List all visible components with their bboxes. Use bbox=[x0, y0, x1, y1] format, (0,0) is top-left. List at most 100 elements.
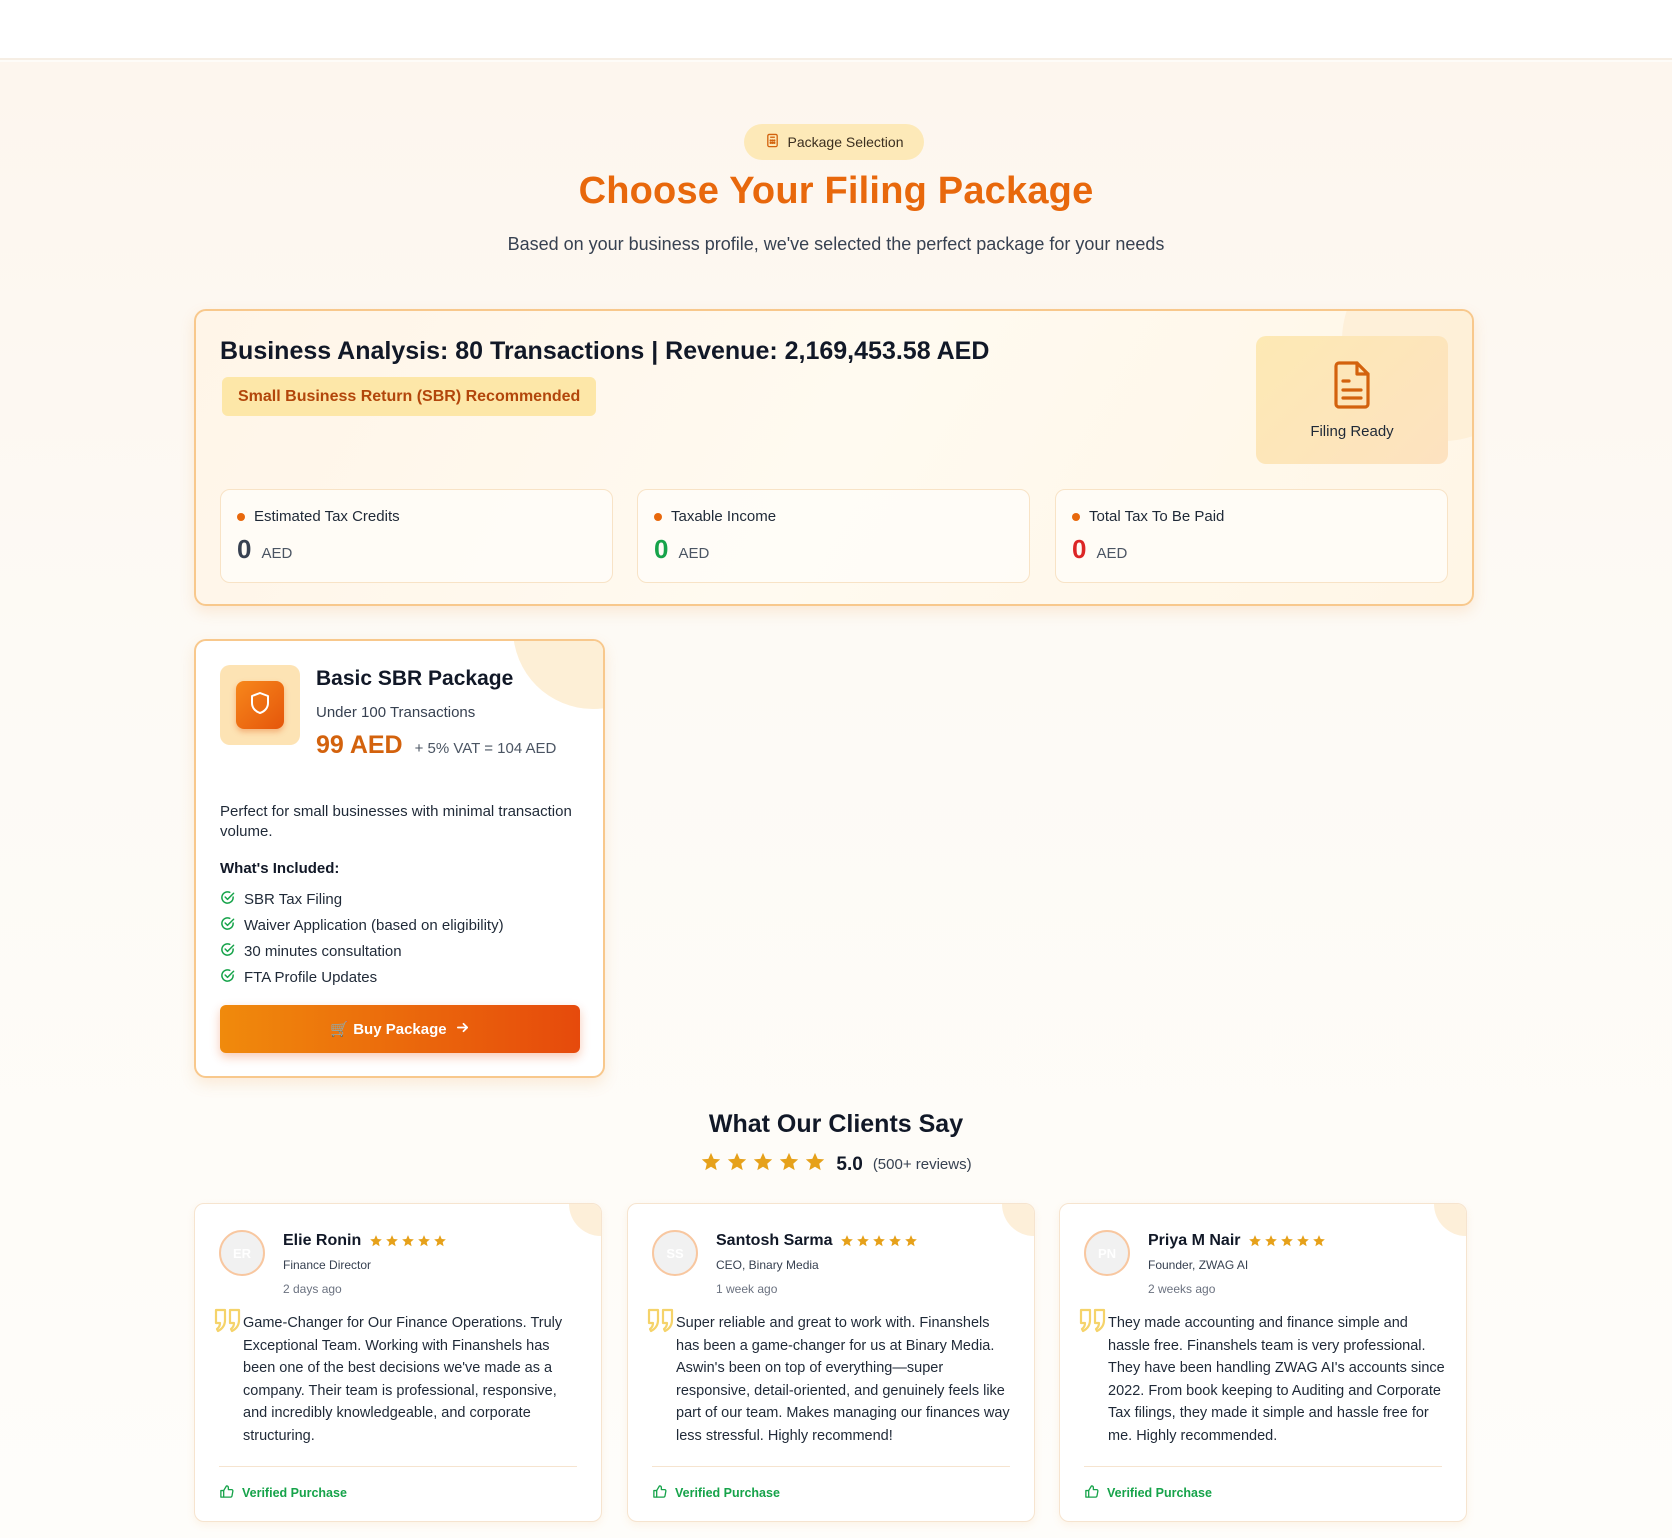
star-icon bbox=[1313, 1235, 1326, 1247]
feature-item: Waiver Application (based on eligibility… bbox=[220, 916, 504, 935]
star-icon bbox=[1249, 1235, 1262, 1247]
filing-ready-label: Filing Ready bbox=[1310, 422, 1394, 440]
star-icon bbox=[386, 1235, 399, 1247]
star-icon bbox=[857, 1235, 870, 1247]
reviewer-role: CEO, Binary Media bbox=[716, 1258, 819, 1272]
review-count: (500+ reviews) bbox=[872, 1156, 972, 1173]
stat-total-tax: Total Tax To Be Paid 0 AED bbox=[1055, 489, 1448, 583]
status-dot bbox=[237, 512, 245, 521]
status-dot bbox=[654, 512, 662, 521]
basic-sbr-package-card: Basic SBR Package Under 100 Transactions… bbox=[194, 639, 605, 1078]
verified-label: Verified Purchase bbox=[242, 1486, 347, 1500]
review-card: SS Santosh Sarma CEO, Binary Media 1 wee… bbox=[627, 1203, 1035, 1522]
reviewer-role: Founder, ZWAG AI bbox=[1148, 1258, 1249, 1272]
stat-estimated-tax-credits: Estimated Tax Credits 0 AED bbox=[220, 489, 613, 583]
review-time: 1 week ago bbox=[716, 1282, 778, 1296]
page-title: Choose Your Filing Package bbox=[578, 170, 1094, 212]
stat-value: 0 bbox=[237, 534, 252, 564]
thumbs-up-icon bbox=[1084, 1484, 1099, 1502]
testimonials-title: What Our Clients Say bbox=[708, 1110, 964, 1138]
package-icon-tile bbox=[220, 665, 300, 745]
review-stars bbox=[1248, 1234, 1326, 1248]
rating-score: 5.0 bbox=[836, 1153, 863, 1175]
star-icon bbox=[889, 1235, 902, 1247]
stat-value: 0 bbox=[1072, 534, 1087, 564]
star-icon bbox=[726, 1151, 748, 1178]
top-navbar bbox=[0, 0, 1672, 60]
star-icon bbox=[873, 1235, 886, 1247]
review-time: 2 weeks ago bbox=[1148, 1282, 1216, 1296]
pill-label: Package Selection bbox=[787, 134, 904, 150]
divider bbox=[1084, 1466, 1442, 1467]
stat-currency: AED bbox=[1096, 545, 1128, 562]
star-icon bbox=[434, 1235, 447, 1247]
review-stars bbox=[840, 1234, 918, 1248]
recommendation-badge: Small Business Return (SBR) Recommended bbox=[222, 377, 597, 416]
divider bbox=[652, 1466, 1010, 1467]
price-amount: 99 AED bbox=[316, 731, 403, 759]
feature-label: FTA Profile Updates bbox=[244, 969, 378, 986]
review-text: Super reliable and great to work with. F… bbox=[676, 1315, 1010, 1444]
verified-purchase: Verified Purchase bbox=[652, 1484, 780, 1502]
star-icon bbox=[700, 1151, 722, 1178]
reviewer-role: Finance Director bbox=[283, 1258, 372, 1272]
stat-label: Taxable Income bbox=[671, 508, 777, 525]
package-name: Basic SBR Package bbox=[316, 667, 514, 690]
vat-note: + 5% VAT = 104 AED bbox=[414, 740, 557, 757]
avatar: ER bbox=[219, 1230, 265, 1276]
business-analysis-card: Business Analysis: 80 Transactions | Rev… bbox=[194, 309, 1474, 606]
star-icon bbox=[778, 1151, 800, 1178]
review-text: They made accounting and finance simple … bbox=[1108, 1315, 1445, 1444]
feature-label: Waiver Application (based on eligibility… bbox=[244, 917, 504, 934]
buy-package-button[interactable]: 🛒 Buy Package bbox=[220, 1005, 580, 1053]
stat-label: Estimated Tax Credits bbox=[254, 508, 400, 525]
divider bbox=[219, 1466, 577, 1467]
document-icon bbox=[1331, 360, 1373, 413]
stat-currency: AED bbox=[678, 545, 710, 562]
filing-ready-panel: Filing Ready bbox=[1256, 336, 1448, 464]
calculator-icon bbox=[765, 133, 780, 151]
decorative-corner bbox=[1002, 1204, 1034, 1236]
buy-package-label: 🛒 Buy Package bbox=[330, 1021, 447, 1038]
shield-icon bbox=[249, 691, 271, 720]
thumbs-up-icon bbox=[219, 1484, 234, 1502]
decorative-corner bbox=[1434, 1204, 1466, 1236]
star-icon bbox=[752, 1151, 774, 1178]
check-circle-icon bbox=[220, 968, 235, 987]
package-subtitle: Under 100 Transactions bbox=[316, 704, 476, 721]
verified-label: Verified Purchase bbox=[1107, 1486, 1212, 1500]
package-selection-pill: Package Selection bbox=[744, 124, 924, 160]
feature-label: SBR Tax Filing bbox=[244, 891, 343, 908]
avatar: PN bbox=[1084, 1230, 1130, 1276]
star-icon bbox=[841, 1235, 854, 1247]
reviewer-name: Santosh Sarma bbox=[716, 1232, 833, 1249]
star-icon bbox=[402, 1235, 415, 1247]
feature-label: 30 minutes consultation bbox=[244, 943, 402, 960]
verified-purchase: Verified Purchase bbox=[1084, 1484, 1212, 1502]
package-description: Perfect for small businesses with minima… bbox=[220, 803, 572, 840]
decorative-corner bbox=[513, 641, 603, 709]
star-icon bbox=[370, 1235, 383, 1247]
verified-label: Verified Purchase bbox=[675, 1486, 780, 1500]
review-card: PN Priya M Nair Founder, ZWAG AI 2 weeks… bbox=[1059, 1203, 1467, 1522]
quote-icon bbox=[647, 1308, 674, 1333]
star-icon bbox=[1281, 1235, 1294, 1247]
stat-label: Total Tax To Be Paid bbox=[1089, 508, 1225, 525]
star-icon bbox=[1297, 1235, 1310, 1247]
check-circle-icon bbox=[220, 890, 235, 909]
thumbs-up-icon bbox=[652, 1484, 667, 1502]
feature-item: 30 minutes consultation bbox=[220, 942, 402, 961]
stat-taxable-income: Taxable Income 0 AED bbox=[637, 489, 1030, 583]
review-stars bbox=[369, 1234, 447, 1248]
status-dot bbox=[1072, 512, 1080, 521]
page-subtitle: Based on your business profile, we've se… bbox=[507, 234, 1165, 254]
reviewer-name: Elie Ronin bbox=[283, 1232, 362, 1249]
analysis-heading: Business Analysis: 80 Transactions | Rev… bbox=[220, 337, 990, 365]
check-circle-icon bbox=[220, 916, 235, 935]
review-time: 2 days ago bbox=[283, 1282, 342, 1296]
star-icon bbox=[1265, 1235, 1278, 1247]
avatar: SS bbox=[652, 1230, 698, 1276]
arrow-right-icon bbox=[455, 1020, 470, 1039]
verified-purchase: Verified Purchase bbox=[219, 1484, 347, 1502]
feature-item: SBR Tax Filing bbox=[220, 890, 342, 909]
